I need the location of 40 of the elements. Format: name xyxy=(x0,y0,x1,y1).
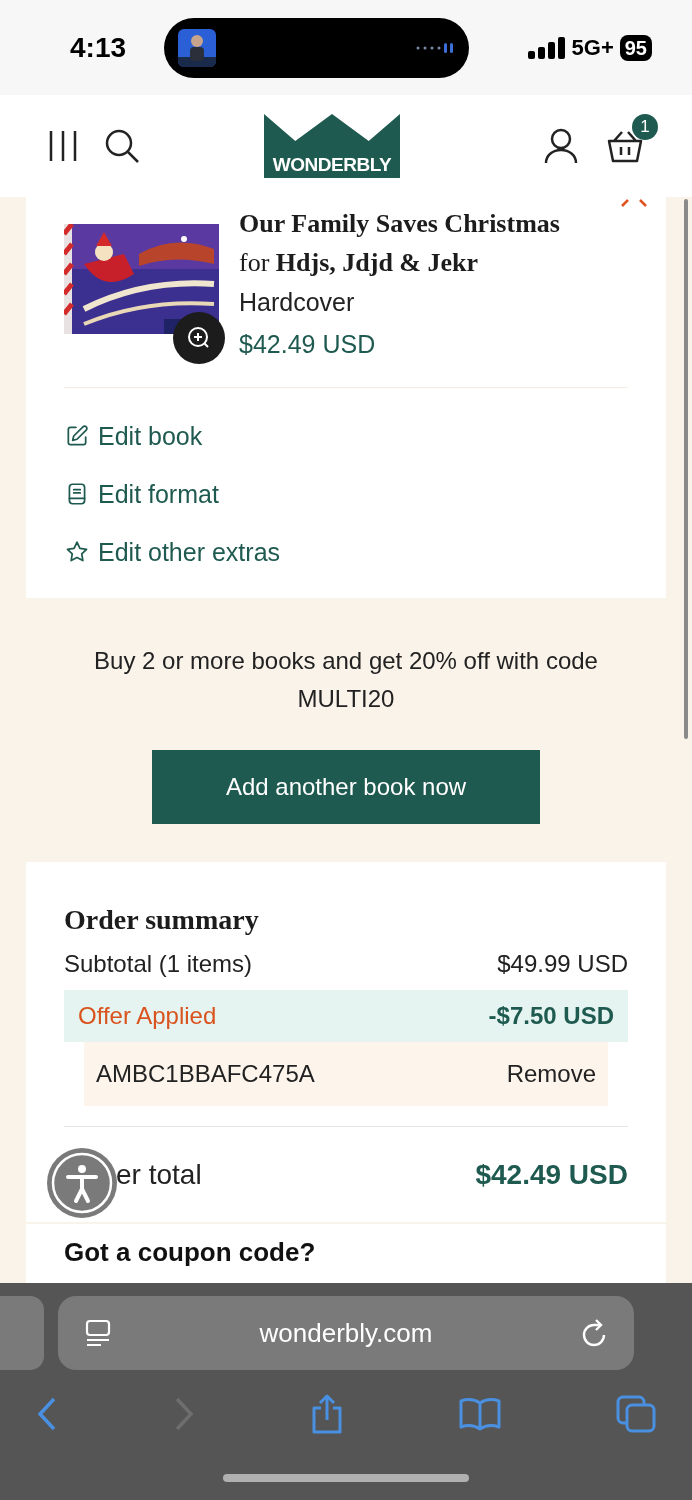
book-recipients: for Hdjs, Jdjd & Jekr xyxy=(239,247,480,279)
subtotal-label: Subtotal (1 items) xyxy=(64,949,253,979)
offer-amount: -$7.50 USD xyxy=(488,1001,614,1031)
promo-message: Buy 2 or more books and get 20% off with code MULTI20 xyxy=(93,646,599,714)
coupon-code: AMBC1BBAFC475A xyxy=(96,1059,315,1089)
back-icon[interactable] xyxy=(36,1397,58,1431)
add-book-button[interactable]: Add another book now xyxy=(152,750,540,824)
battery-indicator: 95 xyxy=(619,34,652,61)
url-text: wonderbly.com xyxy=(259,1316,433,1350)
remove-link[interactable]: Remove xyxy=(506,1056,596,1092)
book-icon[interactable] xyxy=(459,1397,501,1431)
audio-wave-icon xyxy=(415,40,456,55)
total-value: $42.49 USD xyxy=(475,1157,628,1192)
book-price: $42.49 USD xyxy=(239,329,377,360)
edit-link[interactable]: Edit other extras xyxy=(64,534,628,570)
reload-icon[interactable] xyxy=(580,1318,608,1348)
reader-icon[interactable] xyxy=(84,1319,112,1347)
wonderbly-logo[interactable]: WONDERBLY xyxy=(264,114,400,178)
total-label: er total xyxy=(116,1157,202,1192)
cart-count-badge: 1 xyxy=(632,114,658,140)
share-icon[interactable] xyxy=(310,1394,344,1434)
offer-label: Offer Applied xyxy=(78,1001,217,1031)
zoom-in-button[interactable] xyxy=(173,312,225,364)
edit-link[interactable]: Edit book xyxy=(64,418,628,454)
search-icon[interactable] xyxy=(104,128,140,164)
clock-time: 4:13 xyxy=(70,30,127,65)
subtotal-value: $49.99 USD xyxy=(497,949,628,979)
summary-heading: Order summary xyxy=(64,903,260,937)
book-format: Hardcover xyxy=(239,287,356,318)
book-title: Our Family Saves Christmas xyxy=(239,208,560,240)
accessibility-button[interactable] xyxy=(46,1147,118,1219)
address-bar[interactable]: wonderbly.com xyxy=(58,1296,634,1370)
network-label: 5G+ xyxy=(571,34,614,62)
forward-icon xyxy=(173,1397,195,1431)
signal-icon xyxy=(527,36,566,59)
user-icon[interactable] xyxy=(544,128,578,164)
coupon-heading: Got a coupon code? xyxy=(64,1236,317,1268)
edit-link[interactable]: Edit format xyxy=(64,476,628,512)
tabs-icon[interactable] xyxy=(616,1395,656,1433)
menu-icon[interactable] xyxy=(48,129,78,163)
